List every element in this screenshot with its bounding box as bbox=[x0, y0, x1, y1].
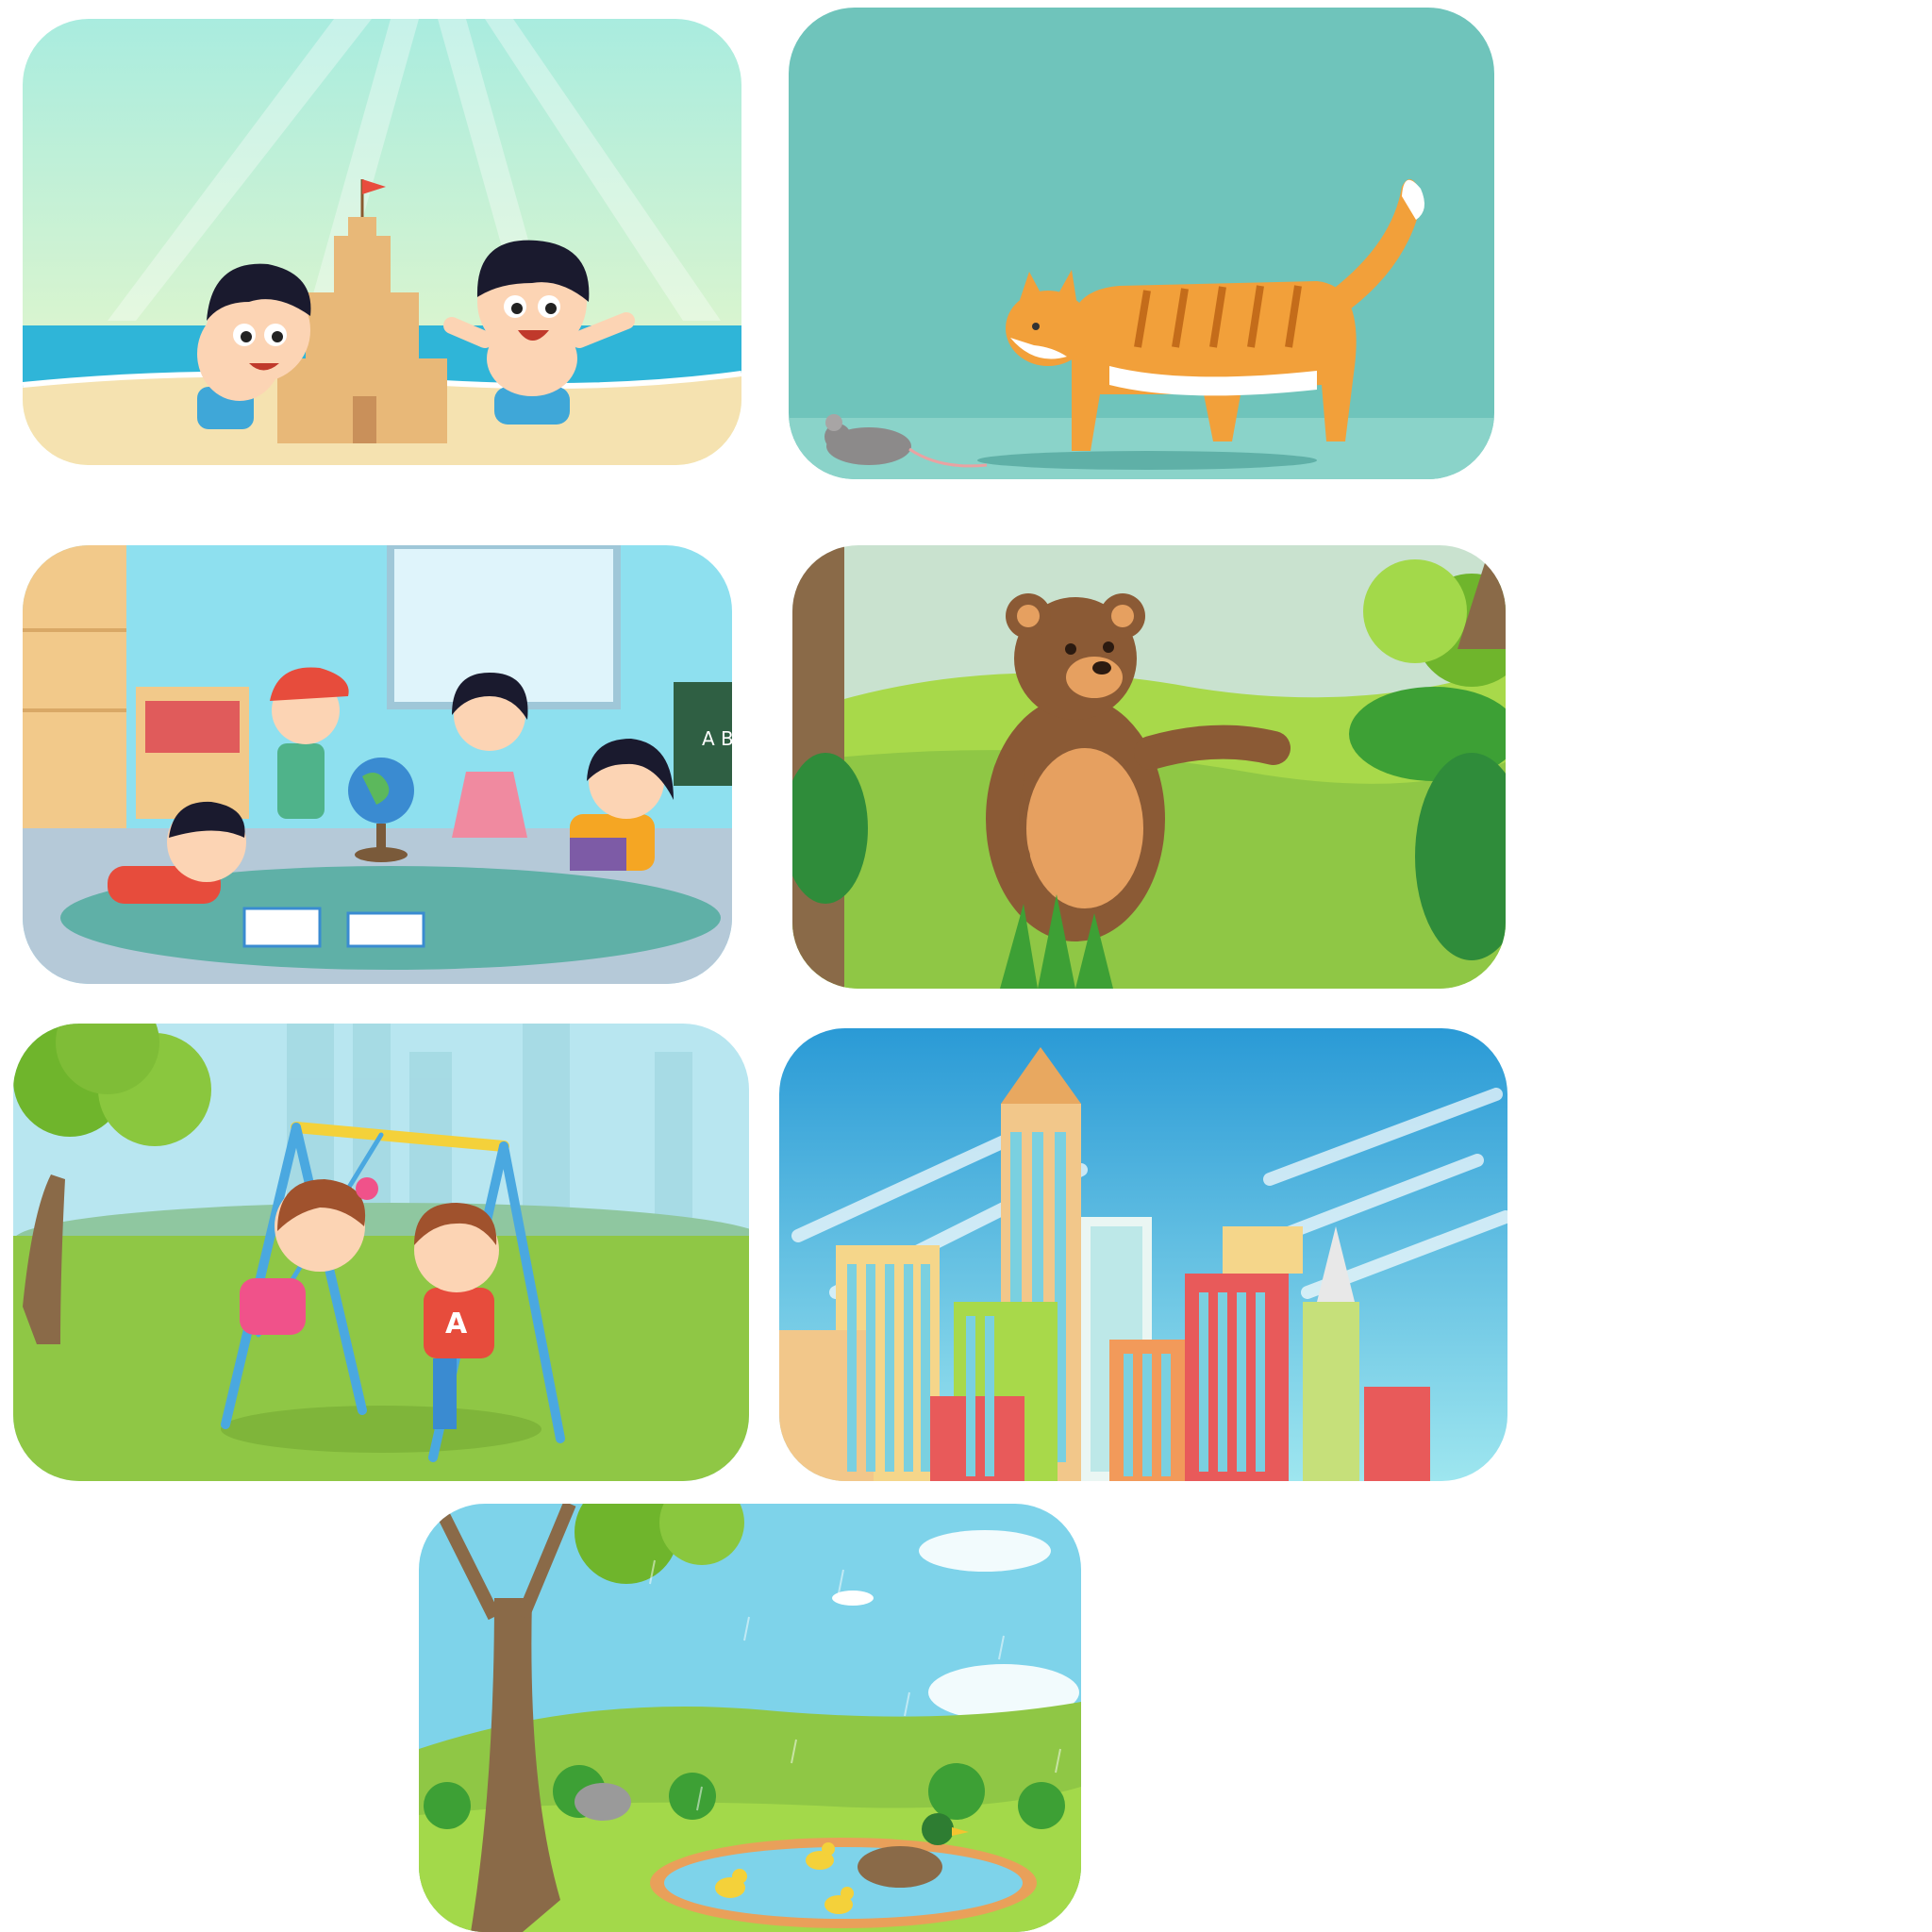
city-card[interactable] bbox=[779, 1028, 1507, 1481]
classroom-scene-illustration: A B bbox=[23, 545, 732, 984]
classroom-card[interactable]: A B bbox=[23, 545, 732, 984]
chalkboard-text: A B bbox=[702, 727, 732, 750]
bear-scene-illustration bbox=[792, 545, 1506, 989]
swing-card[interactable]: A bbox=[13, 1024, 749, 1481]
beach-sandcastle-card[interactable] bbox=[23, 19, 741, 465]
rock bbox=[575, 1783, 631, 1821]
open-book bbox=[346, 911, 425, 948]
rainy-park-scene-illustration bbox=[419, 1504, 1081, 1932]
shirt-letter: A bbox=[445, 1307, 468, 1341]
rainy-park-card[interactable] bbox=[419, 1504, 1081, 1932]
swing-scene-illustration: A bbox=[13, 1024, 749, 1481]
cat-scene-illustration bbox=[789, 8, 1494, 479]
beach-scene-illustration bbox=[23, 19, 741, 465]
city-scene-illustration bbox=[779, 1028, 1507, 1481]
bear-card[interactable] bbox=[792, 545, 1506, 989]
open-book bbox=[242, 907, 322, 948]
bookshelf bbox=[23, 545, 126, 828]
cat-mouse-card[interactable] bbox=[789, 8, 1494, 479]
